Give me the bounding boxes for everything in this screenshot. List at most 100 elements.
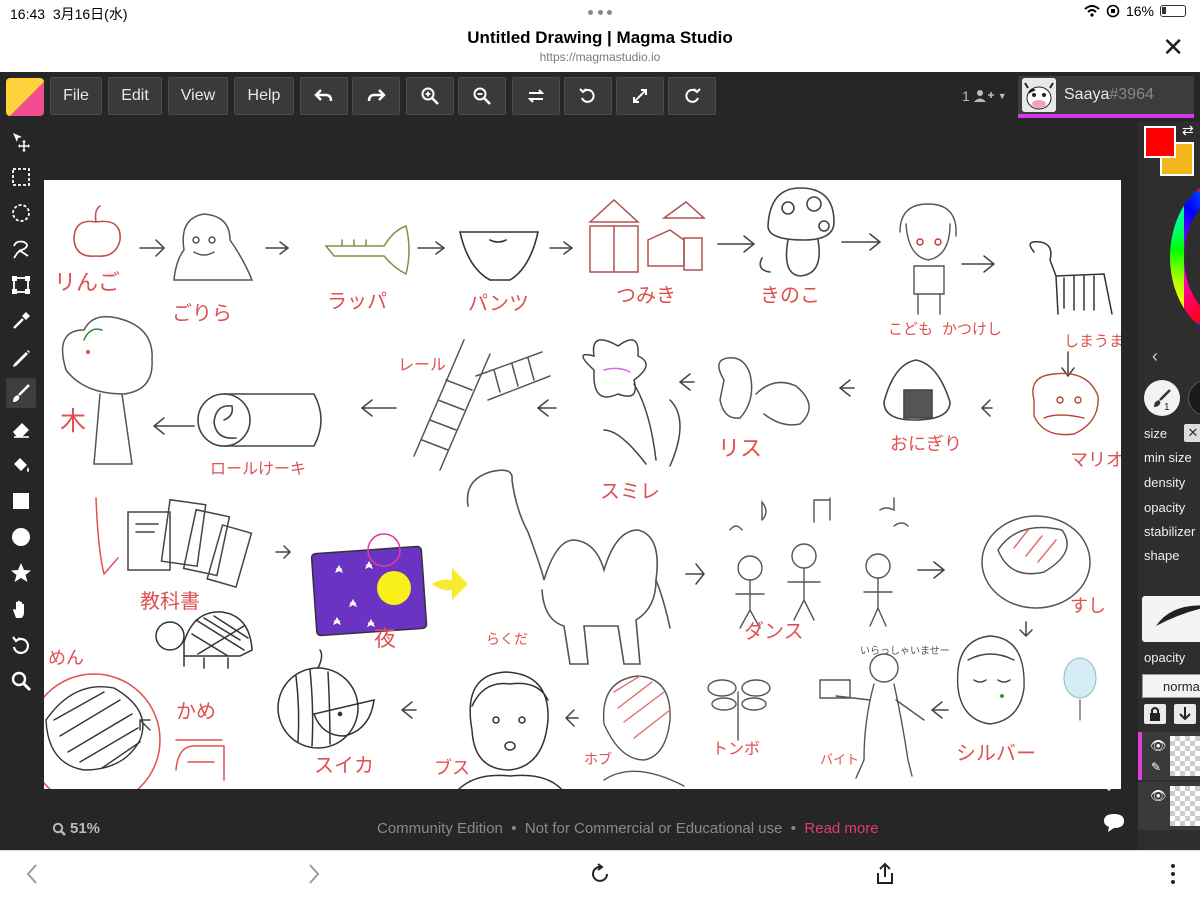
multitasking-dots-icon[interactable] [588, 10, 612, 16]
magma-logo[interactable] [6, 78, 44, 116]
noodle-label: めん [48, 648, 84, 669]
close-icon[interactable]: ✕ [1162, 34, 1184, 60]
busu-drawing [458, 671, 563, 789]
brush-number: 1 [1164, 402, 1170, 413]
rotate-view-tool[interactable] [6, 630, 36, 660]
user-badge[interactable]: Saaya #3964 [1018, 76, 1194, 118]
kana-card-drawing [175, 739, 225, 781]
fullscreen-button[interactable] [616, 77, 664, 115]
share-icon[interactable] [872, 861, 898, 894]
undo-button[interactable] [300, 77, 348, 115]
irasshaimase-label: いらっしゃいませー [860, 645, 950, 657]
battery-percent: 16% [1125, 3, 1154, 19]
star-tool[interactable] [6, 558, 36, 588]
move-tool[interactable] [6, 126, 36, 156]
eye-icon[interactable]: 👁 [1150, 788, 1167, 804]
apple-label: リんご [54, 271, 120, 296]
chevron-left-icon[interactable]: ‹ [1152, 346, 1158, 367]
zebra-drawing [1029, 240, 1113, 315]
onigiri-drawing [883, 359, 951, 421]
close-icon[interactable]: ✕ [1184, 424, 1200, 442]
pencil-tool[interactable] [6, 342, 36, 372]
canvas-drawing: リんご ごりら ラッパ パンツ つみき きのこ こども かつけし しまうま 木 … [44, 187, 1121, 789]
ellipse-tool[interactable] [6, 522, 36, 552]
zoom-indicator[interactable]: 51% [52, 820, 100, 837]
app-toolbar: File Edit View Help 1 ▼ Saaya #3964 [0, 72, 1200, 122]
merge-down-button[interactable] [1174, 704, 1196, 724]
child-drawing [899, 203, 957, 315]
flip-button[interactable] [512, 77, 560, 115]
back-icon[interactable] [20, 861, 46, 894]
layer-item-2[interactable]: 👁 [1138, 782, 1200, 830]
rect-select-tool[interactable] [6, 162, 36, 192]
layer-opacity-label: opacity [1144, 650, 1186, 665]
ipad-screen: 16:43 3月16日(水) 16% Untitled Drawing | Ma… [0, 0, 1200, 900]
view-menu-button[interactable]: View [168, 77, 228, 115]
browser-titlebar: Untitled Drawing | Magma Studio https://… [0, 26, 1200, 72]
trumpet-drawing [324, 225, 410, 276]
mushroom-label: きのこ [760, 283, 820, 307]
undo-icon [314, 89, 333, 102]
trumpet-label: ラッパ [327, 289, 387, 313]
primary-color-swatch[interactable] [1144, 126, 1176, 158]
brush-preset-button[interactable]: 1 [1144, 380, 1180, 416]
blend-mode-select[interactable]: normal [1142, 674, 1200, 698]
help-menu-button[interactable]: Help [234, 77, 294, 115]
file-menu-button[interactable]: File [50, 77, 102, 115]
rotate-view-icon [12, 636, 29, 654]
magnifier-icon [11, 671, 32, 692]
eraser-tool[interactable] [6, 414, 36, 444]
swap-colors-icon[interactable]: ⇄ [1182, 122, 1194, 139]
right-panel: ⇄ ‹ 1 size ✕ min size density opacity st… [1138, 122, 1200, 850]
textbook-drawing [127, 498, 253, 589]
hand-tool[interactable] [6, 594, 36, 624]
pants-label: パンツ [468, 291, 529, 315]
zoom-in-button[interactable] [406, 77, 454, 115]
edit-menu-button[interactable]: Edit [108, 77, 162, 115]
layer-item-1[interactable]: 👁 ✎ [1138, 732, 1200, 780]
read-more-link[interactable]: Read more [804, 820, 878, 837]
rectangle-tool[interactable] [6, 486, 36, 516]
brush-tool[interactable] [6, 378, 36, 408]
blocks-label: つみき [616, 283, 676, 307]
paint-bucket-tool[interactable] [6, 450, 36, 480]
page-url[interactable]: https://magmastudio.io [0, 50, 1200, 64]
zoom-out-button[interactable] [458, 77, 506, 115]
page-title: Untitled Drawing | Magma Studio [467, 28, 733, 47]
brush-preset-button-2[interactable] [1188, 380, 1200, 416]
sushi-drawing [981, 515, 1091, 609]
rotate-right-button[interactable] [668, 77, 716, 115]
date: 3月16日(水) [52, 6, 128, 22]
chat-icon[interactable] [1102, 812, 1126, 839]
brush-shape-preview[interactable] [1142, 596, 1200, 642]
drawing-canvas[interactable]: リんご ごりら ラッパ パンツ つみき きのこ こども かつけし しまうま 木 … [44, 180, 1121, 789]
lasso-tool[interactable] [6, 234, 36, 264]
browser-bottom-bar [0, 850, 1200, 900]
sushi-label: すし [1070, 596, 1106, 617]
night-drawing [310, 533, 468, 637]
pen-icon[interactable] [1104, 770, 1126, 797]
shape-label: shape [1144, 548, 1180, 563]
edition-notice: Community Edition • Not for Commercial o… [377, 820, 879, 837]
lock-layer-button[interactable] [1144, 704, 1166, 724]
eyedropper-tool[interactable] [6, 306, 36, 336]
online-users[interactable]: 1 ▼ [962, 88, 1007, 104]
eye-icon[interactable]: 👁 [1150, 738, 1167, 754]
rotate-left-button[interactable] [564, 77, 612, 115]
stabilizer-label: stabilizer [1144, 524, 1196, 539]
forward-icon[interactable] [300, 861, 326, 894]
more-icon[interactable] [1160, 861, 1186, 894]
transform-tool[interactable] [6, 270, 36, 300]
transform-icon [12, 276, 30, 294]
fullscreen-icon [633, 89, 647, 103]
ellipse-select-tool[interactable] [6, 198, 36, 228]
paint-bucket-icon [14, 458, 29, 472]
zoom-tool[interactable] [6, 666, 36, 696]
dragonfly-drawing [707, 679, 771, 741]
workspace: リんご ごりら ラッパ パンツ つみき きのこ こども かつけし しまうま 木 … [42, 122, 1138, 850]
star-icon [11, 563, 31, 582]
zoom-out-icon [473, 87, 491, 105]
redo-button[interactable] [352, 77, 400, 115]
reload-icon[interactable] [587, 861, 613, 894]
layer-thumbnail [1170, 736, 1200, 776]
